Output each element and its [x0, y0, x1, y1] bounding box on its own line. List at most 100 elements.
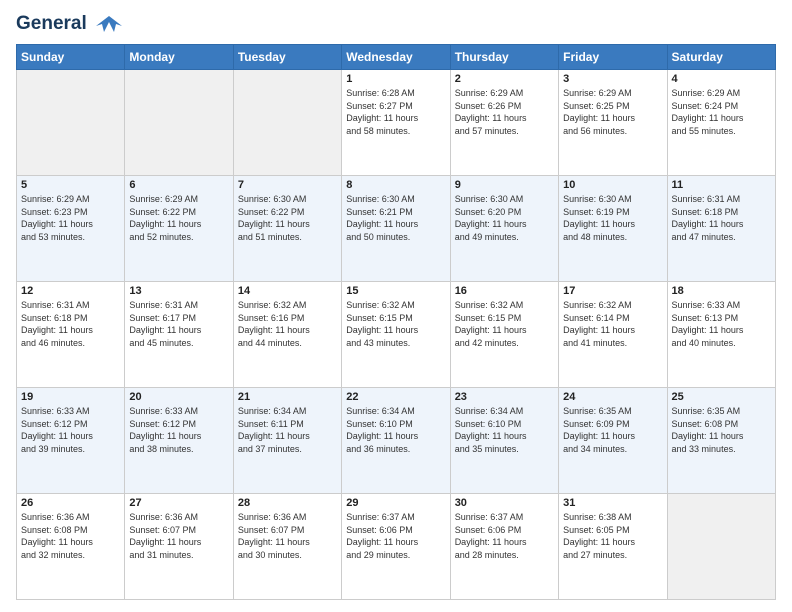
calendar-cell: 18Sunrise: 6:33 AM Sunset: 6:13 PM Dayli… [667, 282, 775, 388]
header: General [16, 12, 776, 36]
day-number: 8 [346, 179, 445, 191]
calendar-cell: 27Sunrise: 6:36 AM Sunset: 6:07 PM Dayli… [125, 494, 233, 600]
calendar-cell: 29 Sunrise: 6:37 AM Sunset: 6:06 PM Dayli… [342, 494, 450, 600]
calendar-week-row: 1 Sunrise: 6:28 AM Sunset: 6:27 PM Daylig… [17, 70, 776, 176]
day-number: 29 [346, 497, 445, 509]
calendar-dow-thursday: Thursday [450, 45, 558, 70]
day-info: Sunrise: 6:29 AM Sunset: 6:24 PM Dayligh… [672, 87, 771, 137]
calendar-cell [125, 70, 233, 176]
day-number: 31 [563, 497, 662, 509]
day-info: Sunrise: 6:37 AM Sunset: 6:06 PM Dayligh… [346, 511, 445, 561]
page: General SundayMondayTuesdayWednesdayThur… [0, 0, 792, 612]
calendar-cell: 30 Sunrise: 6:37 AM Sunset: 6:06 PM Dayli… [450, 494, 558, 600]
day-info: Sunrise: 6:37 AM Sunset: 6:06 PM Dayligh… [455, 511, 554, 561]
logo-bird-icon [94, 12, 124, 36]
calendar-cell: 6 Sunrise: 6:29 AM Sunset: 6:22 PM Daylig… [125, 176, 233, 282]
day-number: 14 [238, 285, 337, 297]
calendar-cell: 14 Sunrise: 6:32 AM Sunset: 6:16 PM Dayli… [233, 282, 341, 388]
day-info: Sunrise: 6:38 AM Sunset: 6:05 PM Dayligh… [563, 511, 662, 561]
day-number: 3 [563, 73, 662, 85]
calendar-week-row: 19Sunrise: 6:33 AM Sunset: 6:12 PM Dayli… [17, 388, 776, 494]
day-number: 30 [455, 497, 554, 509]
day-number: 2 [455, 73, 554, 85]
day-info: Sunrise: 6:32 AM Sunset: 6:16 PM Dayligh… [238, 299, 337, 349]
calendar-cell: 9 Sunrise: 6:30 AM Sunset: 6:20 PM Daylig… [450, 176, 558, 282]
calendar-dow-friday: Friday [559, 45, 667, 70]
calendar-table: SundayMondayTuesdayWednesdayThursdayFrid… [16, 44, 776, 600]
day-number: 1 [346, 73, 445, 85]
calendar-cell: 15 Sunrise: 6:32 AM Sunset: 6:15 PM Dayli… [342, 282, 450, 388]
day-number: 23 [455, 391, 554, 403]
day-number: 12 [21, 285, 120, 297]
calendar-dow-saturday: Saturday [667, 45, 775, 70]
day-number: 20 [129, 391, 228, 403]
calendar-cell: 17 Sunrise: 6:32 AM Sunset: 6:14 PM Dayli… [559, 282, 667, 388]
calendar-cell: 19Sunrise: 6:33 AM Sunset: 6:12 PM Dayli… [17, 388, 125, 494]
day-info: Sunrise: 6:29 AM Sunset: 6:23 PM Dayligh… [21, 193, 120, 243]
calendar-dow-monday: Monday [125, 45, 233, 70]
calendar-week-row: 12 Sunrise: 6:31 AM Sunset: 6:18 PM Dayli… [17, 282, 776, 388]
day-number: 22 [346, 391, 445, 403]
calendar-dow-wednesday: Wednesday [342, 45, 450, 70]
day-number: 7 [238, 179, 337, 191]
day-info: Sunrise: 6:36 AM Sunset: 6:07 PM Dayligh… [129, 511, 228, 561]
day-info: Sunrise: 6:34 AM Sunset: 6:10 PM Dayligh… [455, 405, 554, 455]
calendar-cell: 2 Sunrise: 6:29 AM Sunset: 6:26 PM Daylig… [450, 70, 558, 176]
day-number: 5 [21, 179, 120, 191]
day-info: Sunrise: 6:35 AM Sunset: 6:09 PM Dayligh… [563, 405, 662, 455]
day-number: 21 [238, 391, 337, 403]
day-number: 6 [129, 179, 228, 191]
day-number: 17 [563, 285, 662, 297]
day-info: Sunrise: 6:29 AM Sunset: 6:25 PM Dayligh… [563, 87, 662, 137]
day-info: Sunrise: 6:33 AM Sunset: 6:12 PM Dayligh… [129, 405, 228, 455]
day-number: 15 [346, 285, 445, 297]
calendar-cell: 31 Sunrise: 6:38 AM Sunset: 6:05 PM Dayli… [559, 494, 667, 600]
calendar-cell: 20 Sunrise: 6:33 AM Sunset: 6:12 PM Dayli… [125, 388, 233, 494]
calendar-cell: 21 Sunrise: 6:34 AM Sunset: 6:11 PM Dayli… [233, 388, 341, 494]
logo: General [16, 12, 124, 36]
day-number: 10 [563, 179, 662, 191]
calendar-cell: 11 Sunrise: 6:31 AM Sunset: 6:18 PM Dayli… [667, 176, 775, 282]
day-info: Sunrise: 6:32 AM Sunset: 6:15 PM Dayligh… [346, 299, 445, 349]
day-info: Sunrise: 6:32 AM Sunset: 6:14 PM Dayligh… [563, 299, 662, 349]
calendar-week-row: 5 Sunrise: 6:29 AM Sunset: 6:23 PM Daylig… [17, 176, 776, 282]
day-info: Sunrise: 6:29 AM Sunset: 6:22 PM Dayligh… [129, 193, 228, 243]
day-number: 11 [672, 179, 771, 191]
day-info: Sunrise: 6:34 AM Sunset: 6:11 PM Dayligh… [238, 405, 337, 455]
calendar-cell: 5 Sunrise: 6:29 AM Sunset: 6:23 PM Daylig… [17, 176, 125, 282]
day-info: Sunrise: 6:30 AM Sunset: 6:19 PM Dayligh… [563, 193, 662, 243]
day-number: 16 [455, 285, 554, 297]
calendar-cell: 28Sunrise: 6:36 AM Sunset: 6:07 PM Dayli… [233, 494, 341, 600]
logo-general: General [16, 12, 124, 36]
calendar-cell: 16Sunrise: 6:32 AM Sunset: 6:15 PM Dayli… [450, 282, 558, 388]
day-info: Sunrise: 6:33 AM Sunset: 6:12 PM Dayligh… [21, 405, 120, 455]
calendar-cell: 23 Sunrise: 6:34 AM Sunset: 6:10 PM Dayli… [450, 388, 558, 494]
day-info: Sunrise: 6:31 AM Sunset: 6:18 PM Dayligh… [672, 193, 771, 243]
day-info: Sunrise: 6:36 AM Sunset: 6:08 PM Dayligh… [21, 511, 120, 561]
day-number: 9 [455, 179, 554, 191]
day-info: Sunrise: 6:28 AM Sunset: 6:27 PM Dayligh… [346, 87, 445, 137]
calendar-cell [17, 70, 125, 176]
day-info: Sunrise: 6:34 AM Sunset: 6:10 PM Dayligh… [346, 405, 445, 455]
calendar-week-row: 26 Sunrise: 6:36 AM Sunset: 6:08 PM Dayli… [17, 494, 776, 600]
day-info: Sunrise: 6:30 AM Sunset: 6:21 PM Dayligh… [346, 193, 445, 243]
calendar-cell [667, 494, 775, 600]
day-number: 24 [563, 391, 662, 403]
day-info: Sunrise: 6:35 AM Sunset: 6:08 PM Dayligh… [672, 405, 771, 455]
day-number: 25 [672, 391, 771, 403]
day-info: Sunrise: 6:31 AM Sunset: 6:17 PM Dayligh… [129, 299, 228, 349]
calendar-header-row: SundayMondayTuesdayWednesdayThursdayFrid… [17, 45, 776, 70]
day-info: Sunrise: 6:30 AM Sunset: 6:22 PM Dayligh… [238, 193, 337, 243]
day-info: Sunrise: 6:29 AM Sunset: 6:26 PM Dayligh… [455, 87, 554, 137]
calendar-cell: 1 Sunrise: 6:28 AM Sunset: 6:27 PM Daylig… [342, 70, 450, 176]
calendar-cell: 3 Sunrise: 6:29 AM Sunset: 6:25 PM Daylig… [559, 70, 667, 176]
calendar-cell: 24 Sunrise: 6:35 AM Sunset: 6:09 PM Dayli… [559, 388, 667, 494]
day-number: 4 [672, 73, 771, 85]
day-number: 18 [672, 285, 771, 297]
calendar-dow-sunday: Sunday [17, 45, 125, 70]
day-number: 26 [21, 497, 120, 509]
calendar-cell: 26 Sunrise: 6:36 AM Sunset: 6:08 PM Dayli… [17, 494, 125, 600]
day-info: Sunrise: 6:31 AM Sunset: 6:18 PM Dayligh… [21, 299, 120, 349]
day-info: Sunrise: 6:30 AM Sunset: 6:20 PM Dayligh… [455, 193, 554, 243]
calendar-cell: 10 Sunrise: 6:30 AM Sunset: 6:19 PM Dayli… [559, 176, 667, 282]
